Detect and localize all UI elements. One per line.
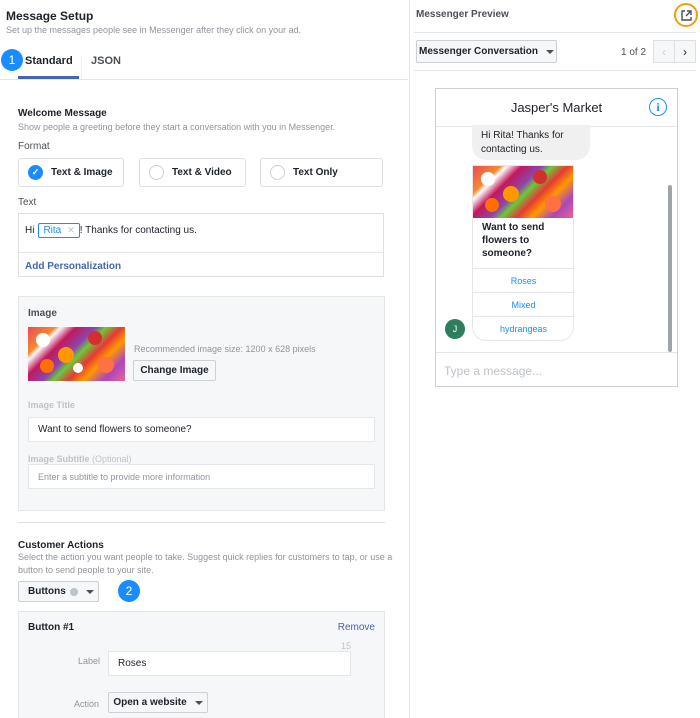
radio-icon — [270, 165, 285, 180]
format-text-only[interactable]: Text Only — [260, 158, 383, 187]
action-type-dropdown[interactable]: Buttons — [18, 581, 99, 602]
info-icon[interactable]: i — [649, 98, 667, 116]
flower-image-thumbnail — [28, 327, 125, 381]
messenger-phone-preview: Jasper's Market i Hi Rita! Thanks for co… — [435, 88, 678, 387]
info-icon — [69, 587, 78, 596]
text-prefix: Hi — [25, 225, 35, 236]
format-label-text: Text & Video — [172, 167, 232, 178]
open-external-icon[interactable] — [674, 3, 698, 27]
card-title: Want to send flowers to someone? — [482, 222, 545, 259]
text-label: Text — [18, 197, 37, 208]
step-badge-1: 1 — [1, 49, 23, 71]
image-panel: Image Recommended image size: 1200 x 628… — [18, 296, 385, 511]
dropdown-value: Open a website — [113, 697, 187, 708]
card-button-hydrangeas[interactable]: hydrangeas — [473, 316, 573, 340]
tab-divider — [81, 56, 82, 78]
caret-down-icon — [85, 589, 94, 594]
chip-label: Rita — [43, 225, 62, 236]
card-button-roses[interactable]: Roses — [473, 268, 573, 292]
dropdown-value: Buttons — [28, 586, 66, 597]
next-page-button[interactable]: › — [674, 40, 696, 63]
customer-actions-subtitle: Select the action you want people to tak… — [18, 552, 393, 575]
image-title-label: Image Title — [28, 400, 75, 410]
image-subtitle-label: Image Subtitle (Optional) — [28, 454, 132, 464]
image-subtitle-input[interactable]: Enter a subtitle to provide more informa… — [28, 464, 375, 489]
char-count: 15 — [341, 641, 352, 651]
prev-page-button[interactable]: ‹ — [653, 40, 675, 63]
text-suffix: ! Thanks for contacting us. — [79, 225, 197, 236]
action-dropdown[interactable]: Open a website — [108, 692, 208, 713]
label-field-label: Label — [78, 656, 101, 666]
format-label-text: Text & Image — [51, 167, 113, 178]
tab-bar: Standard JSON — [0, 46, 408, 80]
divider — [414, 70, 696, 71]
remove-button-link[interactable]: Remove — [338, 622, 375, 633]
checkmark-icon: ✓ — [28, 165, 43, 180]
action-field-label: Action — [74, 699, 100, 709]
image-title-input[interactable]: Want to send flowers to someone? — [28, 417, 375, 442]
caret-down-icon — [545, 49, 554, 54]
format-text-video[interactable]: Text & Video — [139, 158, 246, 187]
tab-json[interactable]: JSON — [91, 55, 121, 67]
page-counter: 1 of 2 — [621, 47, 647, 58]
optional-text: (Optional) — [92, 454, 132, 464]
caret-down-icon — [194, 700, 203, 705]
change-image-button[interactable]: Change Image — [133, 360, 216, 381]
card-button-mixed[interactable]: Mixed — [473, 292, 573, 316]
divider — [414, 32, 696, 33]
customer-actions-title: Customer Actions — [18, 540, 104, 551]
personalization-chip[interactable]: Rita ✕ — [38, 223, 80, 238]
format-label-text: Text Only — [293, 167, 338, 178]
section-title: Message Setup — [6, 9, 94, 23]
dropdown-value: Messenger Conversation — [419, 46, 538, 57]
message-setup-panel: Message Setup Set up the messages people… — [0, 0, 408, 718]
format-label: Format — [18, 141, 50, 152]
add-personalization-link[interactable]: Add Personalization — [25, 261, 121, 272]
message-card: Want to send flowers to someone? Roses M… — [472, 165, 574, 341]
radio-icon — [149, 165, 164, 180]
close-icon[interactable]: ✕ — [67, 225, 75, 236]
button-1-panel: Button #1 Remove 15 Label Roses Action O… — [18, 611, 385, 718]
chat-header: Jasper's Market — [436, 89, 677, 127]
section-subtitle: Set up the messages people see in Messen… — [6, 25, 302, 35]
page-name: Jasper's Market — [510, 100, 603, 115]
welcome-title: Welcome Message — [18, 108, 107, 119]
recommended-size-text: Recommended image size: 1200 x 628 pixel… — [134, 344, 316, 354]
preview-type-dropdown[interactable]: Messenger Conversation — [416, 40, 557, 63]
welcome-subtitle: Show people a greeting before they start… — [18, 122, 336, 132]
greeting-bubble: Hi Rita! Thanks for contacting us. — [472, 125, 590, 160]
avatar: J — [445, 319, 465, 339]
flower-image — [473, 166, 573, 218]
button-1-title: Button #1 — [28, 622, 75, 633]
preview-title: Messenger Preview — [416, 9, 509, 20]
button-label-input[interactable]: Roses — [108, 651, 351, 676]
image-label: Image — [28, 308, 57, 319]
message-input[interactable]: Type a message... — [436, 352, 677, 386]
messenger-preview-panel: Messenger Preview Messenger Conversation… — [409, 0, 700, 718]
format-text-image[interactable]: ✓ Text & Image — [18, 158, 124, 187]
welcome-text-input[interactable]: Hi Rita ✕ ! Thanks for contacting us. Add… — [18, 213, 384, 277]
divider — [19, 252, 383, 253]
section-divider — [18, 522, 385, 523]
subtitle-label-text: Image Subtitle — [28, 454, 90, 464]
scrollbar[interactable] — [668, 185, 672, 352]
tab-standard[interactable]: Standard — [18, 55, 79, 79]
step-badge-2: 2 — [118, 580, 140, 602]
